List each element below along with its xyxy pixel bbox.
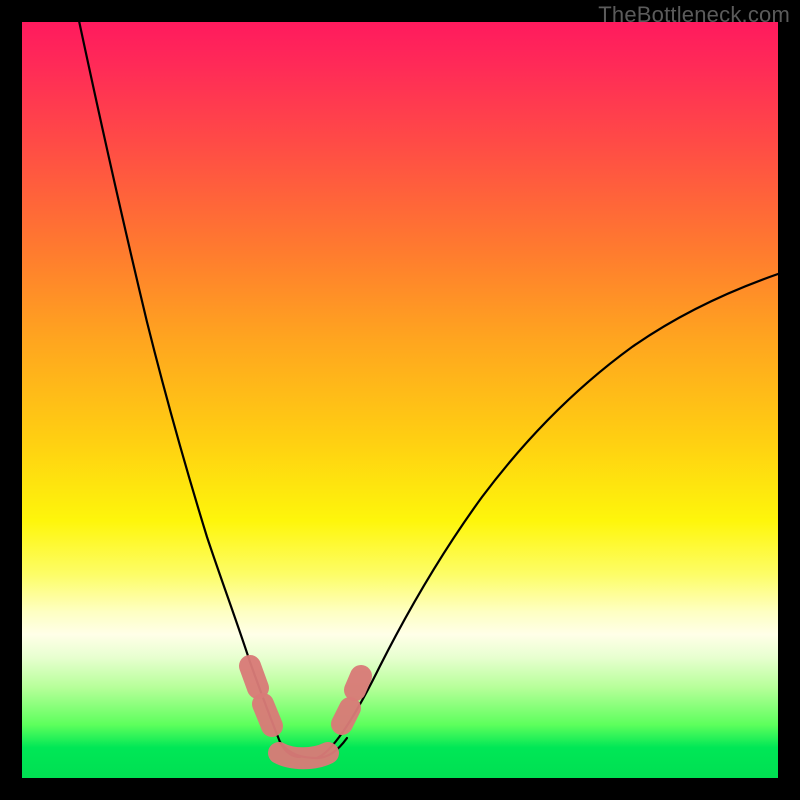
annotation-left-upper xyxy=(250,666,258,688)
curve-left xyxy=(75,22,300,757)
plot-area xyxy=(22,22,778,778)
attribution-label: TheBottleneck.com xyxy=(598,2,790,28)
curve-layer xyxy=(22,22,778,778)
annotation-left-lower xyxy=(263,704,272,726)
annotation-flat xyxy=(279,753,328,758)
chart-frame: TheBottleneck.com xyxy=(0,0,800,800)
annotation-right-upper xyxy=(355,676,361,690)
curve-right xyxy=(317,274,778,758)
annotation-right-lower xyxy=(342,708,350,724)
